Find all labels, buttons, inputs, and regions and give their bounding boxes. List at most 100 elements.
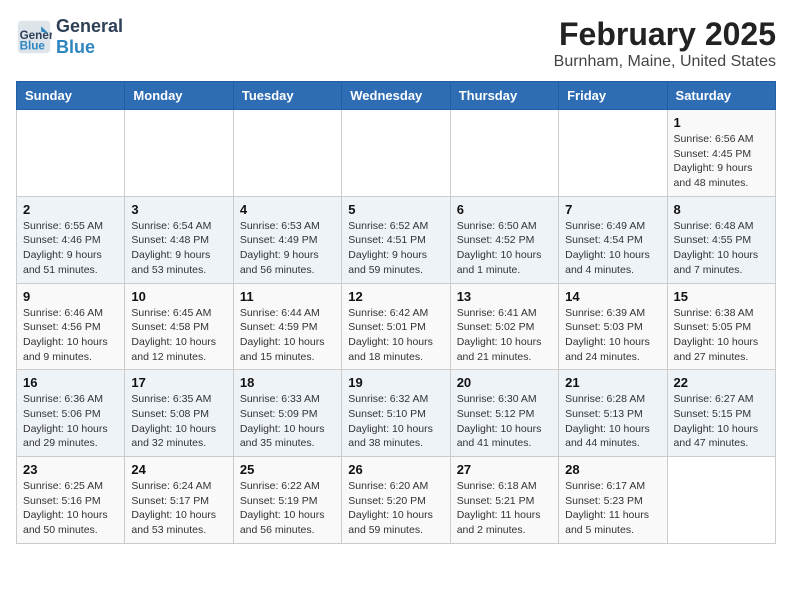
- calendar-title: February 2025: [554, 16, 776, 53]
- day-header-tuesday: Tuesday: [233, 82, 341, 110]
- day-number: 11: [240, 289, 335, 304]
- calendar-cell: 7 Sunrise: 6:49 AM Sunset: 4:54 PM Daylig…: [559, 196, 667, 283]
- calendar-cell: 14 Sunrise: 6:39 AM Sunset: 5:03 PM Dayli…: [559, 283, 667, 370]
- calendar-cell: 27Sunrise: 6:18 AM Sunset: 5:21 PM Dayli…: [450, 457, 558, 544]
- calendar-week-4: 16 Sunrise: 6:36 AM Sunset: 5:06 PM Dayli…: [17, 370, 776, 457]
- calendar-cell: 21 Sunrise: 6:28 AM Sunset: 5:13 PM Dayli…: [559, 370, 667, 457]
- day-number: 15: [674, 289, 769, 304]
- day-number: 18: [240, 375, 335, 390]
- calendar-table: SundayMondayTuesdayWednesdayThursdayFrid…: [16, 81, 776, 544]
- calendar-header-row: SundayMondayTuesdayWednesdayThursdayFrid…: [17, 82, 776, 110]
- calendar-cell: 1Sunrise: 6:56 AM Sunset: 4:45 PM Daylig…: [667, 110, 775, 197]
- logo: General Blue General Blue: [16, 16, 123, 58]
- day-detail: Sunrise: 6:49 AM Sunset: 4:54 PM Dayligh…: [565, 219, 660, 278]
- calendar-subtitle: Burnham, Maine, United States: [554, 53, 776, 71]
- calendar-cell: [559, 110, 667, 197]
- day-detail: Sunrise: 6:41 AM Sunset: 5:02 PM Dayligh…: [457, 306, 552, 365]
- day-number: 28: [565, 462, 660, 477]
- calendar-week-2: 2Sunrise: 6:55 AM Sunset: 4:46 PM Daylig…: [17, 196, 776, 283]
- calendar-cell: 9 Sunrise: 6:46 AM Sunset: 4:56 PM Daylig…: [17, 283, 125, 370]
- day-detail: Sunrise: 6:20 AM Sunset: 5:20 PM Dayligh…: [348, 479, 443, 538]
- day-detail: Sunrise: 6:22 AM Sunset: 5:19 PM Dayligh…: [240, 479, 335, 538]
- calendar-cell: 13 Sunrise: 6:41 AM Sunset: 5:02 PM Dayli…: [450, 283, 558, 370]
- calendar-cell: [17, 110, 125, 197]
- day-number: 12: [348, 289, 443, 304]
- day-detail: Sunrise: 6:27 AM Sunset: 5:15 PM Dayligh…: [674, 392, 769, 451]
- calendar-cell: 28 Sunrise: 6:17 AM Sunset: 5:23 PM Dayli…: [559, 457, 667, 544]
- day-number: 23: [23, 462, 118, 477]
- day-detail: Sunrise: 6:28 AM Sunset: 5:13 PM Dayligh…: [565, 392, 660, 451]
- calendar-cell: 5 Sunrise: 6:52 AM Sunset: 4:51 PM Daylig…: [342, 196, 450, 283]
- day-detail: Sunrise: 6:50 AM Sunset: 4:52 PM Dayligh…: [457, 219, 552, 278]
- day-number: 17: [131, 375, 226, 390]
- day-number: 16: [23, 375, 118, 390]
- calendar-cell: 4Sunrise: 6:53 AM Sunset: 4:49 PM Daylig…: [233, 196, 341, 283]
- day-header-sunday: Sunday: [17, 82, 125, 110]
- day-detail: Sunrise: 6:17 AM Sunset: 5:23 PM Dayligh…: [565, 479, 660, 538]
- calendar-cell: [667, 457, 775, 544]
- calendar-week-1: 1Sunrise: 6:56 AM Sunset: 4:45 PM Daylig…: [17, 110, 776, 197]
- calendar-cell: [125, 110, 233, 197]
- day-detail: Sunrise: 6:44 AM Sunset: 4:59 PM Dayligh…: [240, 306, 335, 365]
- logo-general-text: General: [56, 16, 123, 36]
- day-detail: Sunrise: 6:35 AM Sunset: 5:08 PM Dayligh…: [131, 392, 226, 451]
- day-number: 9: [23, 289, 118, 304]
- title-block: February 2025 Burnham, Maine, United Sta…: [554, 16, 776, 71]
- calendar-cell: 18 Sunrise: 6:33 AM Sunset: 5:09 PM Dayli…: [233, 370, 341, 457]
- calendar-cell: 15Sunrise: 6:38 AM Sunset: 5:05 PM Dayli…: [667, 283, 775, 370]
- day-number: 5: [348, 202, 443, 217]
- day-number: 14: [565, 289, 660, 304]
- day-detail: Sunrise: 6:33 AM Sunset: 5:09 PM Dayligh…: [240, 392, 335, 451]
- day-number: 20: [457, 375, 552, 390]
- day-number: 21: [565, 375, 660, 390]
- day-number: 26: [348, 462, 443, 477]
- calendar-cell: 8 Sunrise: 6:48 AM Sunset: 4:55 PM Daylig…: [667, 196, 775, 283]
- day-detail: Sunrise: 6:45 AM Sunset: 4:58 PM Dayligh…: [131, 306, 226, 365]
- day-detail: Sunrise: 6:52 AM Sunset: 4:51 PM Dayligh…: [348, 219, 443, 278]
- day-number: 8: [674, 202, 769, 217]
- calendar-cell: 2Sunrise: 6:55 AM Sunset: 4:46 PM Daylig…: [17, 196, 125, 283]
- day-number: 27: [457, 462, 552, 477]
- calendar-cell: 16 Sunrise: 6:36 AM Sunset: 5:06 PM Dayli…: [17, 370, 125, 457]
- day-detail: Sunrise: 6:54 AM Sunset: 4:48 PM Dayligh…: [131, 219, 226, 278]
- calendar-cell: 12 Sunrise: 6:42 AM Sunset: 5:01 PM Dayli…: [342, 283, 450, 370]
- day-number: 6: [457, 202, 552, 217]
- day-number: 10: [131, 289, 226, 304]
- day-detail: Sunrise: 6:42 AM Sunset: 5:01 PM Dayligh…: [348, 306, 443, 365]
- calendar-cell: [342, 110, 450, 197]
- day-detail: Sunrise: 6:32 AM Sunset: 5:10 PM Dayligh…: [348, 392, 443, 451]
- day-detail: Sunrise: 6:30 AM Sunset: 5:12 PM Dayligh…: [457, 392, 552, 451]
- day-detail: Sunrise: 6:48 AM Sunset: 4:55 PM Dayligh…: [674, 219, 769, 278]
- calendar-cell: 20 Sunrise: 6:30 AM Sunset: 5:12 PM Dayli…: [450, 370, 558, 457]
- day-detail: Sunrise: 6:25 AM Sunset: 5:16 PM Dayligh…: [23, 479, 118, 538]
- day-number: 7: [565, 202, 660, 217]
- day-detail: Sunrise: 6:39 AM Sunset: 5:03 PM Dayligh…: [565, 306, 660, 365]
- page-header: General Blue General Blue February 2025 …: [16, 16, 776, 71]
- day-detail: Sunrise: 6:24 AM Sunset: 5:17 PM Dayligh…: [131, 479, 226, 538]
- day-number: 19: [348, 375, 443, 390]
- calendar-cell: 19 Sunrise: 6:32 AM Sunset: 5:10 PM Dayli…: [342, 370, 450, 457]
- day-number: 1: [674, 115, 769, 130]
- calendar-cell: 3 Sunrise: 6:54 AM Sunset: 4:48 PM Daylig…: [125, 196, 233, 283]
- calendar-cell: 10 Sunrise: 6:45 AM Sunset: 4:58 PM Dayli…: [125, 283, 233, 370]
- calendar-cell: 23 Sunrise: 6:25 AM Sunset: 5:16 PM Dayli…: [17, 457, 125, 544]
- calendar-cell: 6 Sunrise: 6:50 AM Sunset: 4:52 PM Daylig…: [450, 196, 558, 283]
- day-number: 13: [457, 289, 552, 304]
- logo-icon: General Blue: [16, 19, 52, 55]
- calendar-cell: [233, 110, 341, 197]
- calendar-cell: [450, 110, 558, 197]
- day-detail: Sunrise: 6:53 AM Sunset: 4:49 PM Dayligh…: [240, 219, 335, 278]
- calendar-cell: 22Sunrise: 6:27 AM Sunset: 5:15 PM Dayli…: [667, 370, 775, 457]
- day-detail: Sunrise: 6:55 AM Sunset: 4:46 PM Dayligh…: [23, 219, 118, 278]
- calendar-cell: 11 Sunrise: 6:44 AM Sunset: 4:59 PM Dayli…: [233, 283, 341, 370]
- svg-text:Blue: Blue: [20, 40, 46, 53]
- day-detail: Sunrise: 6:36 AM Sunset: 5:06 PM Dayligh…: [23, 392, 118, 451]
- day-header-monday: Monday: [125, 82, 233, 110]
- calendar-cell: 24Sunrise: 6:24 AM Sunset: 5:17 PM Dayli…: [125, 457, 233, 544]
- day-number: 25: [240, 462, 335, 477]
- day-detail: Sunrise: 6:46 AM Sunset: 4:56 PM Dayligh…: [23, 306, 118, 365]
- calendar-week-5: 23 Sunrise: 6:25 AM Sunset: 5:16 PM Dayli…: [17, 457, 776, 544]
- day-number: 3: [131, 202, 226, 217]
- logo-blue-text: Blue: [56, 37, 95, 57]
- calendar-cell: 17 Sunrise: 6:35 AM Sunset: 5:08 PM Dayli…: [125, 370, 233, 457]
